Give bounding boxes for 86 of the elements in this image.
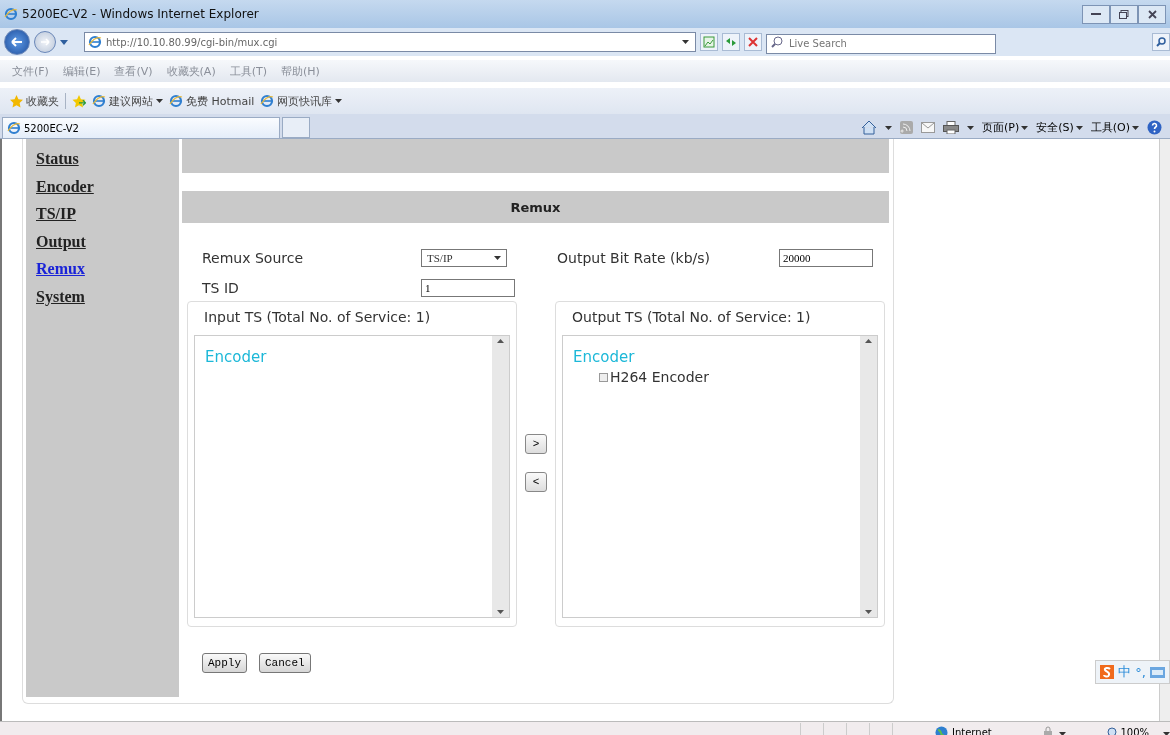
scrollbar[interactable] <box>1159 139 1170 721</box>
caret-icon <box>682 40 689 44</box>
keyboard-icon[interactable] <box>1150 666 1165 678</box>
caret-icon <box>1059 731 1067 735</box>
panel-title: Output TS (Total No. of Service: 1) <box>571 308 812 327</box>
service-label: H264 Encoder <box>610 369 709 385</box>
browser-tab[interactable]: 5200EC-V2 <box>2 117 280 138</box>
home-icon[interactable] <box>860 120 877 135</box>
favorites-link[interactable]: 建议网站 <box>92 93 163 109</box>
restore-icon <box>1119 9 1129 19</box>
panel-title: Input TS (Total No. of Service: 1) <box>203 308 432 327</box>
scroll-up-icon[interactable] <box>497 339 504 343</box>
page-icon <box>169 94 183 108</box>
sidebar-link[interactable]: Status <box>36 145 179 173</box>
scroll-down-icon[interactable] <box>497 610 504 614</box>
zone-indicator: Internet <box>935 725 1042 735</box>
ie-logo-icon <box>4 7 18 21</box>
page-icon <box>92 94 106 108</box>
caret-icon <box>1075 125 1083 130</box>
mail-icon[interactable] <box>920 122 935 133</box>
sidebar-link[interactable]: System <box>36 282 179 310</box>
printer-icon[interactable] <box>942 121 959 134</box>
section-title: Remux <box>182 191 889 223</box>
caret-icon <box>494 256 501 260</box>
field-label: Remux Source <box>202 250 305 266</box>
move-button[interactable]: < <box>525 472 547 492</box>
forward-arrow-icon <box>40 38 50 46</box>
sidebar-link[interactable]: TS/IP <box>36 200 179 228</box>
command-menu[interactable]: 安全(S) <box>1036 120 1083 135</box>
window-title: 5200EC-V2 - Windows Internet Explorer <box>22 7 259 21</box>
close-button[interactable] <box>1138 4 1166 24</box>
minimize-icon <box>1091 12 1101 16</box>
scrollbar[interactable] <box>492 336 509 617</box>
command-menu[interactable]: 工具(O) <box>1090 120 1139 135</box>
globe-icon <box>935 725 948 735</box>
scroll-down-icon[interactable] <box>865 610 872 614</box>
stop-icon <box>748 37 758 47</box>
source-dropdown[interactable]: TS/IP <box>421 249 507 267</box>
search-icon <box>1156 37 1166 47</box>
refresh-icon <box>725 36 737 48</box>
ie-icon <box>7 121 21 135</box>
scrollbar[interactable] <box>860 336 877 617</box>
sidebar-link[interactable]: Remux <box>36 255 179 283</box>
scroll-up-icon[interactable] <box>865 339 872 343</box>
zoom-control[interactable]: 100% <box>1106 726 1149 735</box>
form-button[interactable]: Apply <box>202 653 247 673</box>
address-field[interactable]: http://10.10.80.99/cgi-bin/mux.cgi <box>84 32 696 52</box>
field-label: TS ID <box>202 280 240 296</box>
zoom-icon <box>1106 726 1118 735</box>
sidebar-link[interactable]: Encoder <box>36 172 179 200</box>
field-label: Output Bit Rate (kb/s) <box>557 250 711 266</box>
help-icon[interactable] <box>1147 120 1162 135</box>
page-icon <box>260 94 275 108</box>
history-dropdown-icon[interactable] <box>60 39 68 45</box>
favorites-link[interactable]: 免费 Hotmail <box>169 93 255 109</box>
form-button[interactable]: Cancel <box>259 653 311 673</box>
back-arrow-icon <box>11 37 23 47</box>
refresh-button[interactable] <box>722 33 740 51</box>
s-logo-icon[interactable] <box>1100 665 1115 679</box>
page-chart-icon <box>703 36 715 48</box>
page-icon <box>88 35 102 49</box>
service-checkbox[interactable] <box>599 372 608 382</box>
stop-button[interactable] <box>744 33 762 51</box>
ts-id-field[interactable]: 1 <box>421 279 515 297</box>
star-icon <box>10 94 23 108</box>
favorites-button[interactable]: 收藏夹 <box>10 93 59 109</box>
close-icon <box>1147 9 1157 19</box>
favorites-link[interactable]: 网页快讯库 <box>260 93 343 109</box>
back-button[interactable] <box>4 29 30 55</box>
caret-icon <box>1132 125 1139 130</box>
move-button[interactable]: > <box>525 434 547 454</box>
forward-button[interactable] <box>34 31 56 53</box>
restore-button[interactable] <box>1110 4 1138 24</box>
caret-icon <box>884 125 892 130</box>
service-list[interactable]: Encoder H264 Encoder <box>562 335 878 618</box>
add-favorite-icon[interactable] <box>72 94 86 108</box>
bit-rate-field[interactable]: 20000 <box>779 249 873 267</box>
command-menu[interactable]: 页面(P) <box>981 120 1029 135</box>
minimize-button[interactable] <box>1082 4 1110 24</box>
search-button[interactable] <box>1152 33 1170 51</box>
compatibility-button[interactable] <box>700 33 718 51</box>
caret-icon <box>966 125 974 130</box>
search-field[interactable]: Live Search <box>766 33 996 54</box>
caret-icon <box>1021 125 1029 130</box>
caret-icon <box>1163 731 1170 735</box>
sidebar-link[interactable]: Output <box>36 227 179 255</box>
